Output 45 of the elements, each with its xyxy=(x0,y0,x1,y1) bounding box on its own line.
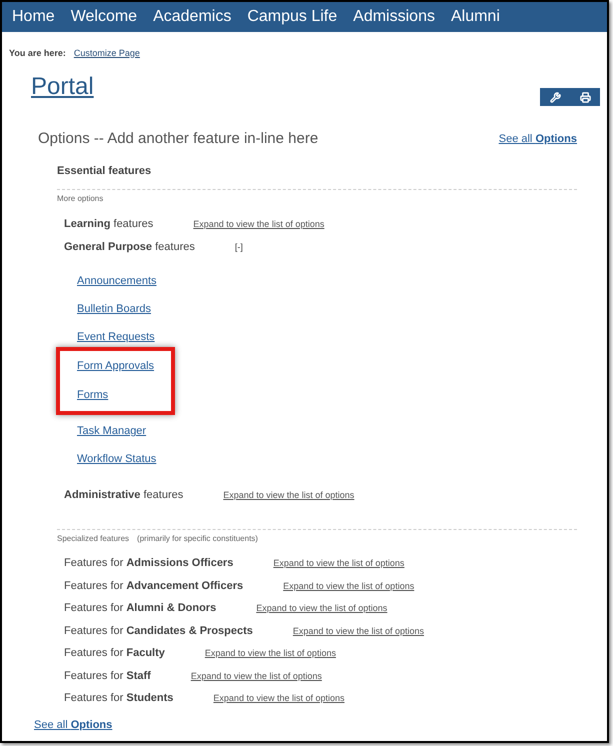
section-heading: Essential features xyxy=(57,164,152,179)
feature-group-label: Features for Alumni & Donors xyxy=(64,601,216,616)
feature-link[interactable]: Workflow Status xyxy=(77,452,156,466)
feature-link[interactable]: Form Approvals xyxy=(77,358,154,372)
expand-link[interactable]: Expand to view the list of options xyxy=(292,624,424,637)
feature-link[interactable]: Forms xyxy=(77,388,108,402)
options-heading: Options -- Add another feature in-line here xyxy=(38,129,318,149)
feature-group-label: General Purpose features xyxy=(64,240,195,254)
expand-link[interactable]: Expand to view the list of options xyxy=(283,580,414,592)
feature-group-label: Administrative features xyxy=(64,488,184,502)
feature-group-label: Features for Students xyxy=(64,691,174,706)
feature-group-label: Features for Faculty xyxy=(64,646,165,660)
nav-link[interactable]: Campus Life xyxy=(247,7,338,27)
expand-link[interactable]: Expand to view the list of options xyxy=(213,692,344,704)
feature-link[interactable]: Announcements xyxy=(77,274,156,288)
see-all-options-link[interactable]: See all Options xyxy=(34,717,112,734)
printer-icon xyxy=(580,92,590,102)
breadcrumb-label: You are here: xyxy=(9,46,66,60)
feature-link[interactable]: Task Manager xyxy=(77,424,146,438)
breadcrumb-link[interactable]: Customize Page xyxy=(74,46,140,60)
feature-group-label: Features for Admissions Officers xyxy=(64,556,234,570)
feature-group-label: Features for Advancement Officers xyxy=(64,578,244,593)
collapse-toggle[interactable]: [-] xyxy=(234,240,243,252)
nav-link[interactable]: Alumni xyxy=(450,7,500,27)
subsection-note: (primarily for specific constituents) xyxy=(137,533,258,545)
expand-link[interactable]: Expand to view the list of options xyxy=(223,488,354,500)
feature-group-label: Learning features xyxy=(64,216,154,230)
expand-link[interactable]: Expand to view the list of options xyxy=(204,647,336,660)
nav-link[interactable]: Welcome xyxy=(70,7,138,27)
see-all-options-link[interactable]: See all Options xyxy=(498,130,577,148)
nav-link[interactable]: Academics xyxy=(153,7,232,27)
feature-link[interactable]: Bulletin Boards xyxy=(77,302,151,316)
feature-link[interactable]: Event Requests xyxy=(77,330,155,344)
nav-link[interactable]: Admissions xyxy=(353,7,435,27)
page-title[interactable]: Portal xyxy=(31,72,94,102)
feature-group-label: Features for Candidates & Prospects xyxy=(64,624,253,638)
expand-link[interactable]: Expand to view the list of options xyxy=(193,218,324,230)
expand-link[interactable]: Expand to view the list of options xyxy=(256,602,388,614)
expand-link[interactable]: Expand to view the list of options xyxy=(190,670,322,682)
wrench-icon xyxy=(550,92,560,102)
subsection-label: Specialized features xyxy=(57,533,130,545)
feature-group-label: Features for Staff xyxy=(64,668,151,683)
nav-link[interactable]: Home xyxy=(12,7,55,27)
expand-link[interactable]: Expand to view the list of options xyxy=(273,557,404,570)
subsection-label: More options xyxy=(57,193,104,205)
